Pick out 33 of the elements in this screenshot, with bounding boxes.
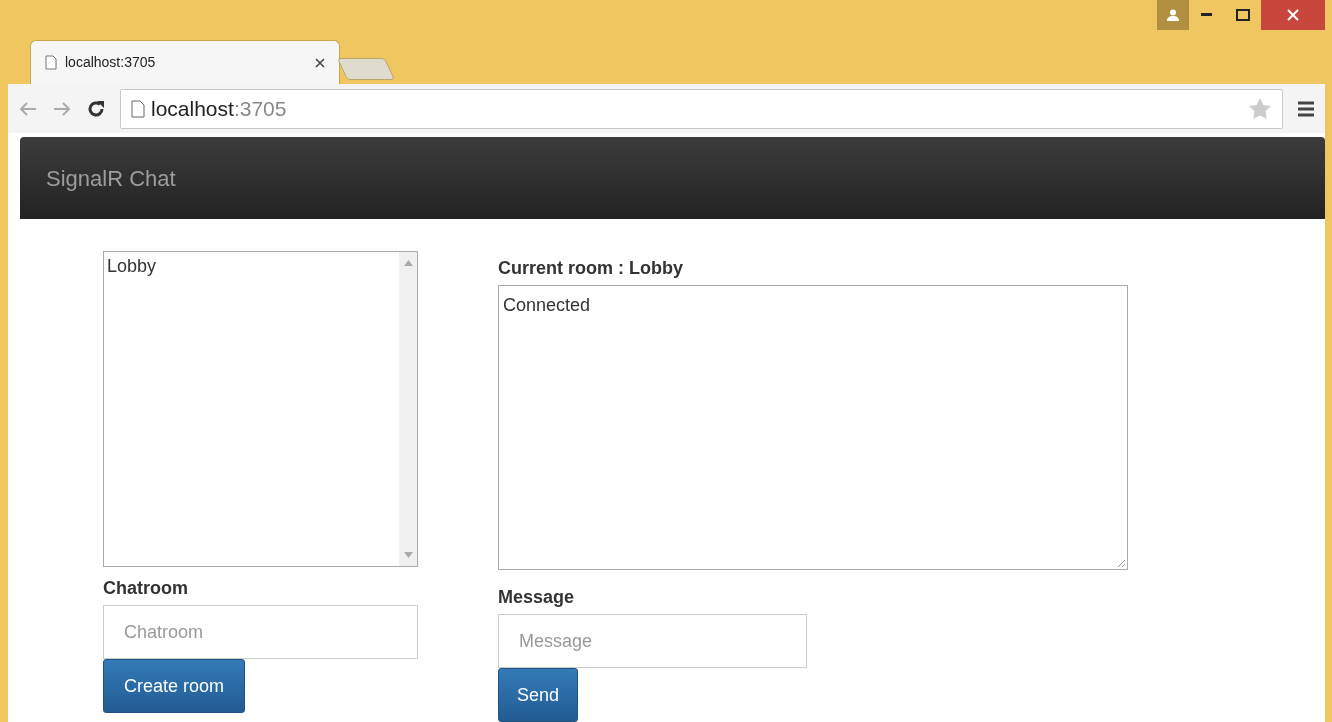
browser-tab[interactable]: localhost:3705: [30, 40, 340, 84]
scroll-down-icon[interactable]: [403, 552, 413, 558]
message-label: Message: [498, 586, 576, 609]
message-field[interactable]: Message: [498, 614, 807, 668]
star-icon[interactable]: [1248, 96, 1272, 121]
chatroom-label: Chatroom: [103, 577, 189, 600]
back-icon[interactable]: [18, 100, 38, 117]
close-icon: [1287, 9, 1299, 21]
person-icon: [1166, 8, 1180, 22]
close-button[interactable]: [1261, 0, 1325, 30]
page-icon: [45, 55, 57, 70]
message-log[interactable]: Connected: [498, 285, 1128, 570]
brand-link[interactable]: SignalR Chat: [46, 161, 176, 195]
scroll-up-icon[interactable]: [403, 260, 413, 266]
address-bar[interactable]: localhost:3705: [120, 88, 1283, 129]
close-icon[interactable]: [315, 57, 325, 68]
page-icon: [131, 99, 145, 118]
tab-title: localhost:3705: [65, 53, 157, 72]
resize-grip-icon[interactable]: [1116, 558, 1126, 568]
room-list[interactable]: Lobby: [103, 251, 418, 567]
url-text: localhost:3705: [151, 95, 287, 122]
create-room-button[interactable]: Create room: [103, 659, 246, 713]
chatroom-field[interactable]: Chatroom: [103, 605, 418, 659]
room-item[interactable]: Lobby: [107, 256, 396, 278]
maximize-icon: [1236, 9, 1250, 21]
minimize-icon: [1201, 13, 1213, 17]
current-room-label: Current room : Lobby: [498, 257, 684, 280]
menu-icon[interactable]: [1297, 99, 1315, 118]
send-button[interactable]: Send: [498, 668, 579, 722]
scrollbar[interactable]: [399, 252, 417, 566]
reload-icon[interactable]: [86, 98, 106, 119]
forward-icon[interactable]: [52, 100, 72, 117]
message-text: Connected: [503, 294, 592, 317]
